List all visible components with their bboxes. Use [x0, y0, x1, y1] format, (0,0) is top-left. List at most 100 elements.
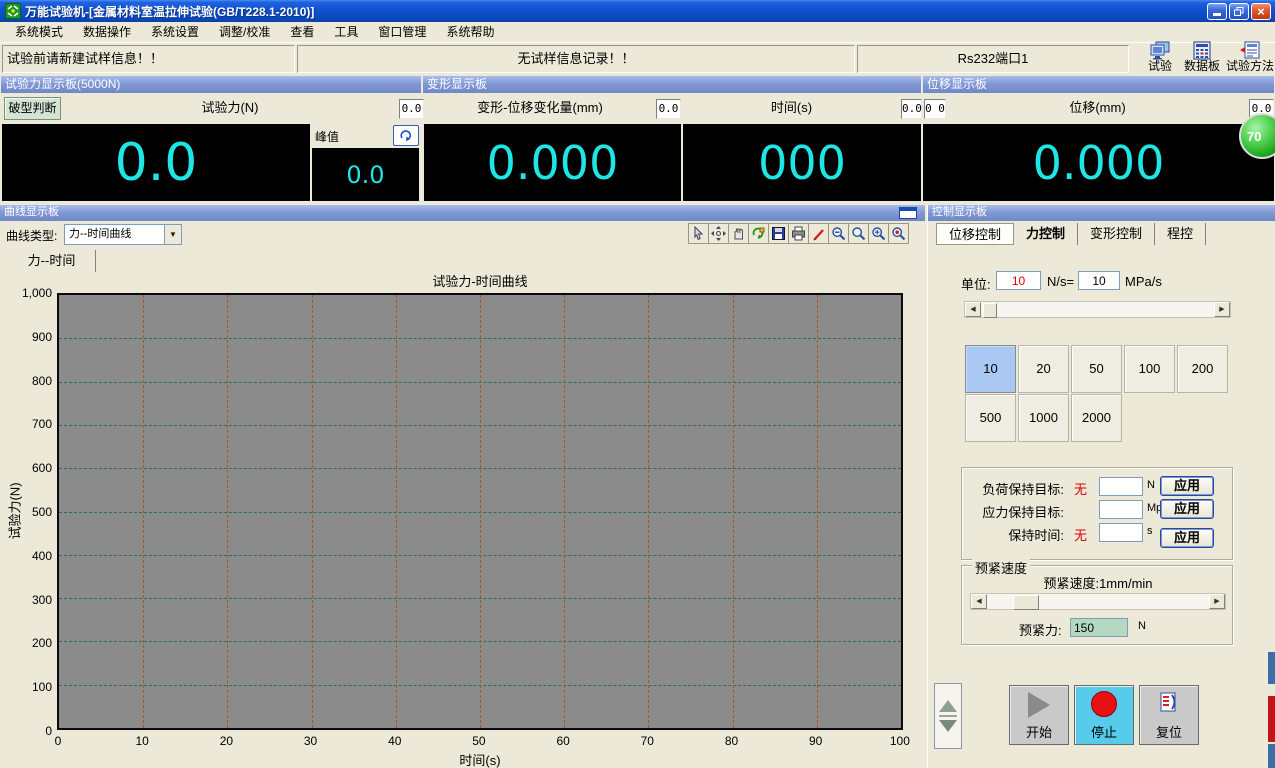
pretension-group-box: 预紧速度 预紧速度:1mm/min ◀ ▶ 预紧力: N	[961, 565, 1233, 645]
menu-system-mode[interactable]: 系统模式	[5, 22, 73, 42]
start-button[interactable]: 开始	[1009, 685, 1069, 745]
curve-panel-window-button[interactable]	[899, 207, 917, 219]
jog-up-icon	[939, 700, 957, 712]
restore-icon	[1234, 7, 1244, 16]
hold-load-apply-button[interactable]: 应用	[1160, 476, 1214, 496]
break-judge-button[interactable]: 破型判断	[4, 97, 61, 120]
tab-displacement-control[interactable]: 位移控制	[936, 223, 1014, 245]
chart-hand-button[interactable]	[728, 223, 749, 244]
preset-1000-button[interactable]: 1000	[1018, 394, 1069, 442]
tab-program-control[interactable]: 程控	[1155, 223, 1206, 245]
deform-small-value: 0.0	[656, 99, 681, 119]
displacement-aux-value: 0 0	[924, 99, 946, 119]
chart-x-ticks: 010 2030 4050 6070 8090 100	[45, 734, 913, 748]
chart-plot-area[interactable]	[57, 293, 903, 730]
select-cursor-icon	[691, 226, 706, 241]
rate-n-input[interactable]	[996, 271, 1041, 290]
hold-time-apply-button[interactable]: 应用	[1160, 528, 1214, 548]
pretension-force-input[interactable]	[1070, 618, 1128, 637]
hold-stress-input[interactable]	[1099, 500, 1143, 519]
restore-button[interactable]	[1229, 3, 1249, 20]
scroll-left-arrow-icon[interactable]: ◀	[971, 594, 987, 609]
jog-up-down-button[interactable]	[934, 683, 962, 749]
chart-zoom-reset-button[interactable]	[888, 223, 909, 244]
pretension-force-unit: N	[1138, 620, 1146, 632]
menu-system-help[interactable]: 系统帮助	[436, 22, 504, 42]
rate-mpa-input[interactable]	[1078, 271, 1120, 290]
close-button[interactable]: ×	[1251, 3, 1271, 20]
chart-zoom-out-button[interactable]	[828, 223, 849, 244]
chart-save-button[interactable]	[768, 223, 789, 244]
hold-time-label: 保持时间:	[1008, 525, 1064, 544]
chart-zoom-window-button[interactable]	[868, 223, 889, 244]
hold-load-input[interactable]	[1099, 477, 1143, 496]
chart-refresh-button[interactable]	[748, 223, 769, 244]
chart-y-ticks: 1,000900 800700 600500 400300 200100 0	[0, 286, 52, 738]
stop-button[interactable]: 停止	[1074, 685, 1134, 745]
menu-data-operation[interactable]: 数据操作	[73, 22, 141, 42]
chart-toolbar	[689, 223, 909, 244]
peak-reset-button[interactable]	[393, 125, 419, 146]
pretension-scrollbar[interactable]: ◀ ▶	[970, 593, 1226, 610]
chart-zoom-in-button[interactable]	[848, 223, 869, 244]
curve-type-select[interactable]: 力--时间曲线 ▼	[64, 224, 182, 245]
force-small-value: 0.0	[399, 99, 424, 119]
hand-icon	[731, 226, 746, 241]
deform-label: 变形-位移变化量(mm)	[425, 97, 655, 120]
tab-force-time[interactable]: 力--时间	[8, 250, 96, 272]
peak-panel: 峰值 0.0	[312, 124, 422, 201]
preset-200-button[interactable]: 200	[1177, 345, 1228, 393]
displacement-panel-header: 位移显示板	[923, 76, 1274, 93]
preset-100-button[interactable]: 100	[1124, 345, 1175, 393]
peak-value-display: 0.0	[312, 148, 419, 201]
zoom-window-icon	[871, 226, 886, 241]
chevron-down-icon[interactable]: ▼	[164, 225, 181, 244]
preset-500-button[interactable]: 500	[965, 394, 1016, 442]
chart-annotate-button[interactable]	[808, 223, 829, 244]
toolbar-test-button[interactable]: 试验	[1143, 40, 1177, 74]
refresh-arrow-icon	[399, 130, 413, 142]
reset-button[interactable]: 复位	[1139, 685, 1199, 745]
menu-system-settings[interactable]: 系统设置	[141, 22, 209, 42]
pen-icon	[811, 226, 826, 241]
zoom-reset-icon	[891, 226, 906, 241]
toolbar-test-label: 试验	[1148, 60, 1172, 73]
chart-print-button[interactable]	[788, 223, 809, 244]
preset-2000-button[interactable]: 2000	[1071, 394, 1122, 442]
menu-window-management[interactable]: 窗口管理	[368, 22, 436, 42]
chart-pan-button[interactable]	[708, 223, 729, 244]
zoom-out-icon	[831, 226, 846, 241]
rate-scrollbar[interactable]: ◀ ▶	[964, 301, 1231, 318]
displacement-main-display: 0.000	[923, 124, 1274, 201]
time-main-display: 000	[683, 124, 921, 201]
toolbar-method-button[interactable]: 试验方法	[1226, 40, 1274, 74]
scroll-left-arrow-icon[interactable]: ◀	[965, 302, 981, 317]
pretension-scrollbar-thumb[interactable]	[1013, 595, 1039, 610]
preset-10-button[interactable]: 10	[965, 345, 1016, 393]
preset-50-button[interactable]: 50	[1071, 345, 1122, 393]
force-main-display: 0.0	[2, 124, 310, 201]
rate-scrollbar-thumb[interactable]	[983, 303, 997, 318]
pretension-speed-text: 预紧速度:1mm/min	[962, 573, 1234, 592]
force-label: 试验力(N)	[62, 97, 398, 120]
scroll-right-arrow-icon[interactable]: ▶	[1209, 594, 1225, 609]
time-label: 时间(s)	[683, 97, 900, 120]
hold-time-input[interactable]	[1099, 523, 1143, 542]
hold-time-flag: 无	[1074, 525, 1087, 544]
chart-select-button[interactable]	[688, 223, 709, 244]
minimize-button[interactable]	[1207, 3, 1227, 20]
menu-adjust-calibrate[interactable]: 调整/校准	[209, 22, 280, 42]
toolbar-databoard-button[interactable]: 数据板	[1180, 40, 1224, 74]
hold-stress-label: 应力保持目标:	[982, 502, 1064, 521]
scroll-right-arrow-icon[interactable]: ▶	[1214, 302, 1230, 317]
curve-type-value: 力--时间曲线	[65, 225, 164, 244]
tab-deform-control[interactable]: 变形控制	[1078, 223, 1155, 245]
menu-view[interactable]: 查看	[280, 22, 324, 42]
status-port: Rs232端口1	[857, 45, 1129, 73]
tab-force-control[interactable]: 力控制	[1014, 223, 1078, 245]
menu-tools[interactable]: 工具	[324, 22, 368, 42]
time-small-value: 0.0	[901, 99, 922, 119]
hold-stress-apply-button[interactable]: 应用	[1160, 499, 1214, 519]
preset-20-button[interactable]: 20	[1018, 345, 1069, 393]
zoom-in-icon	[851, 226, 866, 241]
